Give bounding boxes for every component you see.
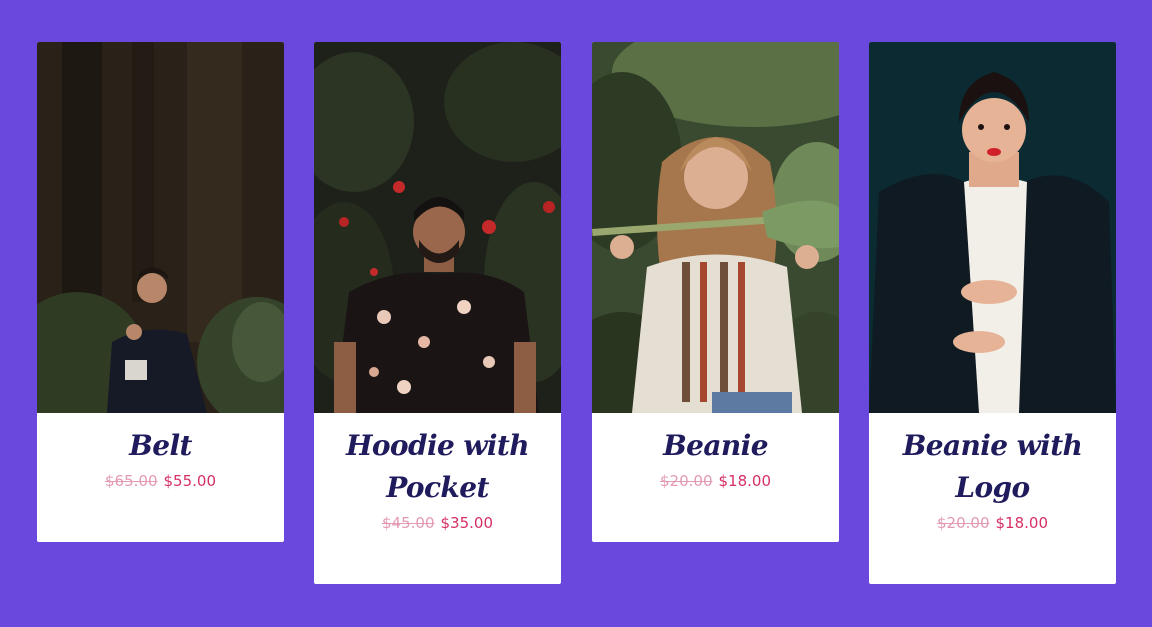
price-beanie-with-logo: $20.00 $18.00: [877, 511, 1108, 535]
original-price: $45.00: [382, 514, 435, 532]
product-info-beanie-with-logo: Beanie with Logo $20.00 $18.00: [869, 413, 1116, 545]
sale-price: $18.00: [718, 472, 772, 490]
sale-price: $18.00: [995, 514, 1049, 532]
product-image-belt[interactable]: [37, 42, 284, 413]
man-floral-shirt-photo: [314, 42, 561, 413]
sale-price: $35.00: [440, 514, 494, 532]
man-in-forest-photo: [37, 42, 284, 413]
price-hoodie-with-pocket: $45.00 $35.00: [322, 511, 553, 535]
original-price: $20.00: [937, 514, 990, 532]
product-info-belt: Belt $65.00 $55.00: [37, 413, 284, 503]
product-image-beanie[interactable]: [592, 42, 839, 413]
product-info-beanie: Beanie $20.00 $18.00: [592, 413, 839, 503]
product-image-beanie-with-logo[interactable]: [869, 42, 1116, 413]
woman-with-leaf-photo: [592, 42, 839, 413]
product-card-belt[interactable]: Belt $65.00 $55.00: [37, 42, 284, 542]
product-card-beanie-with-logo[interactable]: Beanie with Logo $20.00 $18.00: [869, 42, 1116, 584]
product-title-beanie-with-logo[interactable]: Beanie with Logo: [877, 425, 1108, 509]
woman-black-blazer-photo: [869, 42, 1116, 413]
product-grid: Belt $65.00 $55.00 Hoodie with Pocket $4…: [0, 0, 1152, 627]
product-title-belt[interactable]: Belt: [45, 425, 276, 467]
original-price: $20.00: [660, 472, 713, 490]
original-price: $65.00: [105, 472, 158, 490]
product-image-hoodie-with-pocket[interactable]: [314, 42, 561, 413]
product-card-hoodie-with-pocket[interactable]: Hoodie with Pocket $45.00 $35.00: [314, 42, 561, 584]
product-card-beanie[interactable]: Beanie $20.00 $18.00: [592, 42, 839, 542]
price-belt: $65.00 $55.00: [45, 469, 276, 493]
product-info-hoodie-with-pocket: Hoodie with Pocket $45.00 $35.00: [314, 413, 561, 545]
sale-price: $55.00: [163, 472, 217, 490]
price-beanie: $20.00 $18.00: [600, 469, 831, 493]
product-title-hoodie-with-pocket[interactable]: Hoodie with Pocket: [322, 425, 553, 509]
product-title-beanie[interactable]: Beanie: [600, 425, 831, 467]
